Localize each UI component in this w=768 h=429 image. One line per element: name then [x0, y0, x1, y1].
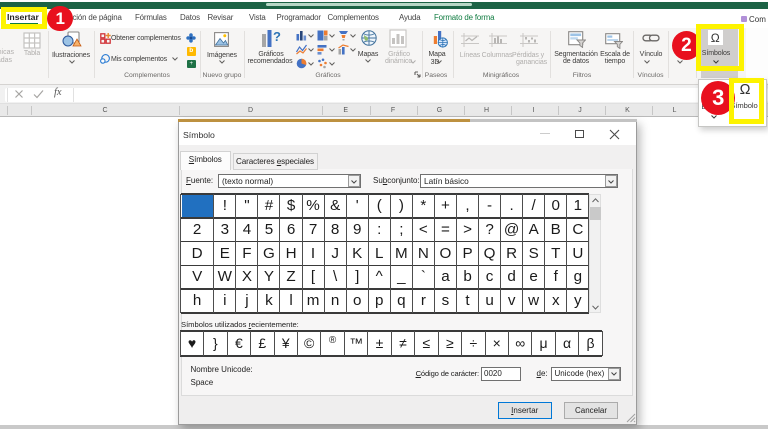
- svg-text:?: ?: [273, 29, 281, 44]
